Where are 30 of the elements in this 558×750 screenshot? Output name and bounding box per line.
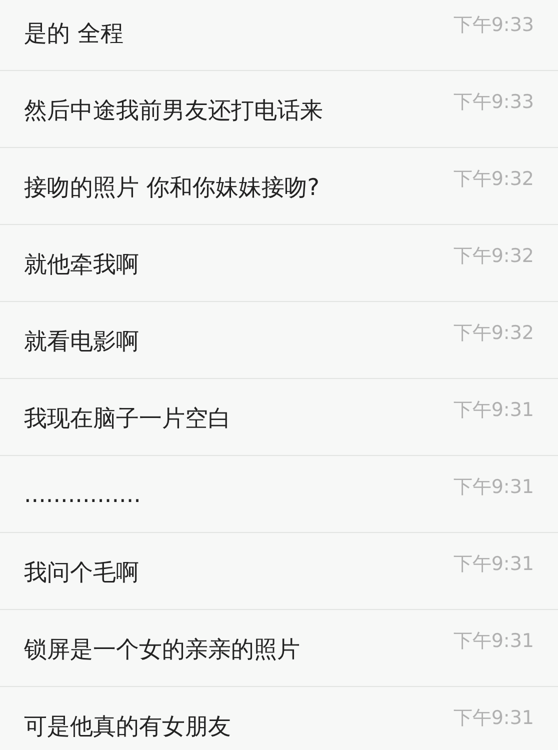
message-text: 锁屏是一个女的亲亲的照片 (24, 636, 300, 664)
message-row[interactable]: 接吻的照片 你和你妹妹接吻? 下午9:32 (0, 148, 558, 225)
message-row[interactable]: 然后中途我前男友还打电话来 下午9:33 (0, 71, 558, 148)
message-time: 下午9:31 (453, 706, 534, 731)
message-row[interactable]: 我现在脑子一片空白 下午9:31 (0, 379, 558, 456)
message-text: 接吻的照片 你和你妹妹接吻? (24, 174, 320, 202)
message-row[interactable]: 可是他真的有女朋友 下午9:31 (0, 687, 558, 750)
message-text: 是的 全程 (24, 20, 124, 48)
message-text: 然后中途我前男友还打电话来 (24, 96, 323, 126)
message-time: 下午9:31 (453, 552, 534, 577)
message-text: 就他牵我啊 (24, 250, 139, 280)
message-text: 可是他真的有女朋友 (24, 712, 231, 742)
message-row[interactable]: 锁屏是一个女的亲亲的照片 下午9:31 (0, 610, 558, 687)
message-time: 下午9:32 (453, 244, 534, 269)
message-time: 下午9:33 (453, 90, 534, 115)
message-text: 我问个毛啊 (24, 558, 139, 588)
message-time: 下午9:31 (453, 398, 534, 423)
message-row[interactable]: 就看电影啊 下午9:32 (0, 302, 558, 379)
message-time: 下午9:32 (453, 167, 534, 192)
message-time: 下午9:33 (453, 13, 534, 38)
message-row[interactable]: 我问个毛啊 下午9:31 (0, 533, 558, 610)
message-text: ................ (24, 482, 141, 508)
message-time: 下午9:32 (453, 321, 534, 346)
message-row[interactable]: 就他牵我啊 下午9:32 (0, 225, 558, 302)
message-text: 我现在脑子一片空白 (24, 404, 231, 434)
message-text: 就看电影啊 (24, 328, 139, 356)
message-time: 下午9:31 (453, 629, 534, 654)
message-time: 下午9:31 (453, 475, 534, 500)
message-row[interactable]: ................ 下午9:31 (0, 456, 558, 533)
message-row[interactable]: 是的 全程 下午9:33 (0, 0, 558, 71)
